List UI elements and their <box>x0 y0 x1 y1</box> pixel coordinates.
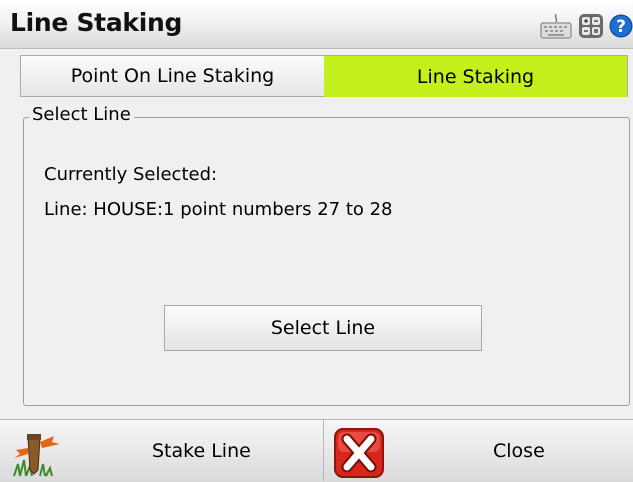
stake-line-label: Stake Line <box>152 440 251 462</box>
currently-selected-label: Currently Selected: <box>44 164 218 185</box>
tab-label: Point On Line Staking <box>70 65 275 87</box>
tab-line-staking[interactable]: Line Staking <box>324 55 628 97</box>
group-legend: Select Line <box>29 104 134 125</box>
stake-line-button[interactable]: Stake Line <box>0 420 323 481</box>
close-label: Close <box>493 440 545 462</box>
stake-icon <box>13 434 60 477</box>
close-x-icon <box>334 428 384 478</box>
svg-text:?: ? <box>616 17 626 37</box>
select-line-group <box>23 117 630 406</box>
title-bar: Line Staking ? <box>0 0 633 49</box>
select-line-button[interactable]: Select Line <box>164 305 482 351</box>
help-icon[interactable]: ? <box>609 13 633 39</box>
keyboard-icon[interactable] <box>540 12 572 40</box>
close-button[interactable]: Close <box>324 420 633 481</box>
calculator-icon[interactable] <box>578 13 604 39</box>
tab-label: Line Staking <box>416 65 535 88</box>
selected-line-value: Line: HOUSE:1 point numbers 27 to 28 <box>44 199 393 220</box>
page-title: Line Staking <box>10 8 183 37</box>
select-line-button-label: Select Line <box>270 317 376 339</box>
tab-point-on-line-staking[interactable]: Point On Line Staking <box>20 55 324 97</box>
